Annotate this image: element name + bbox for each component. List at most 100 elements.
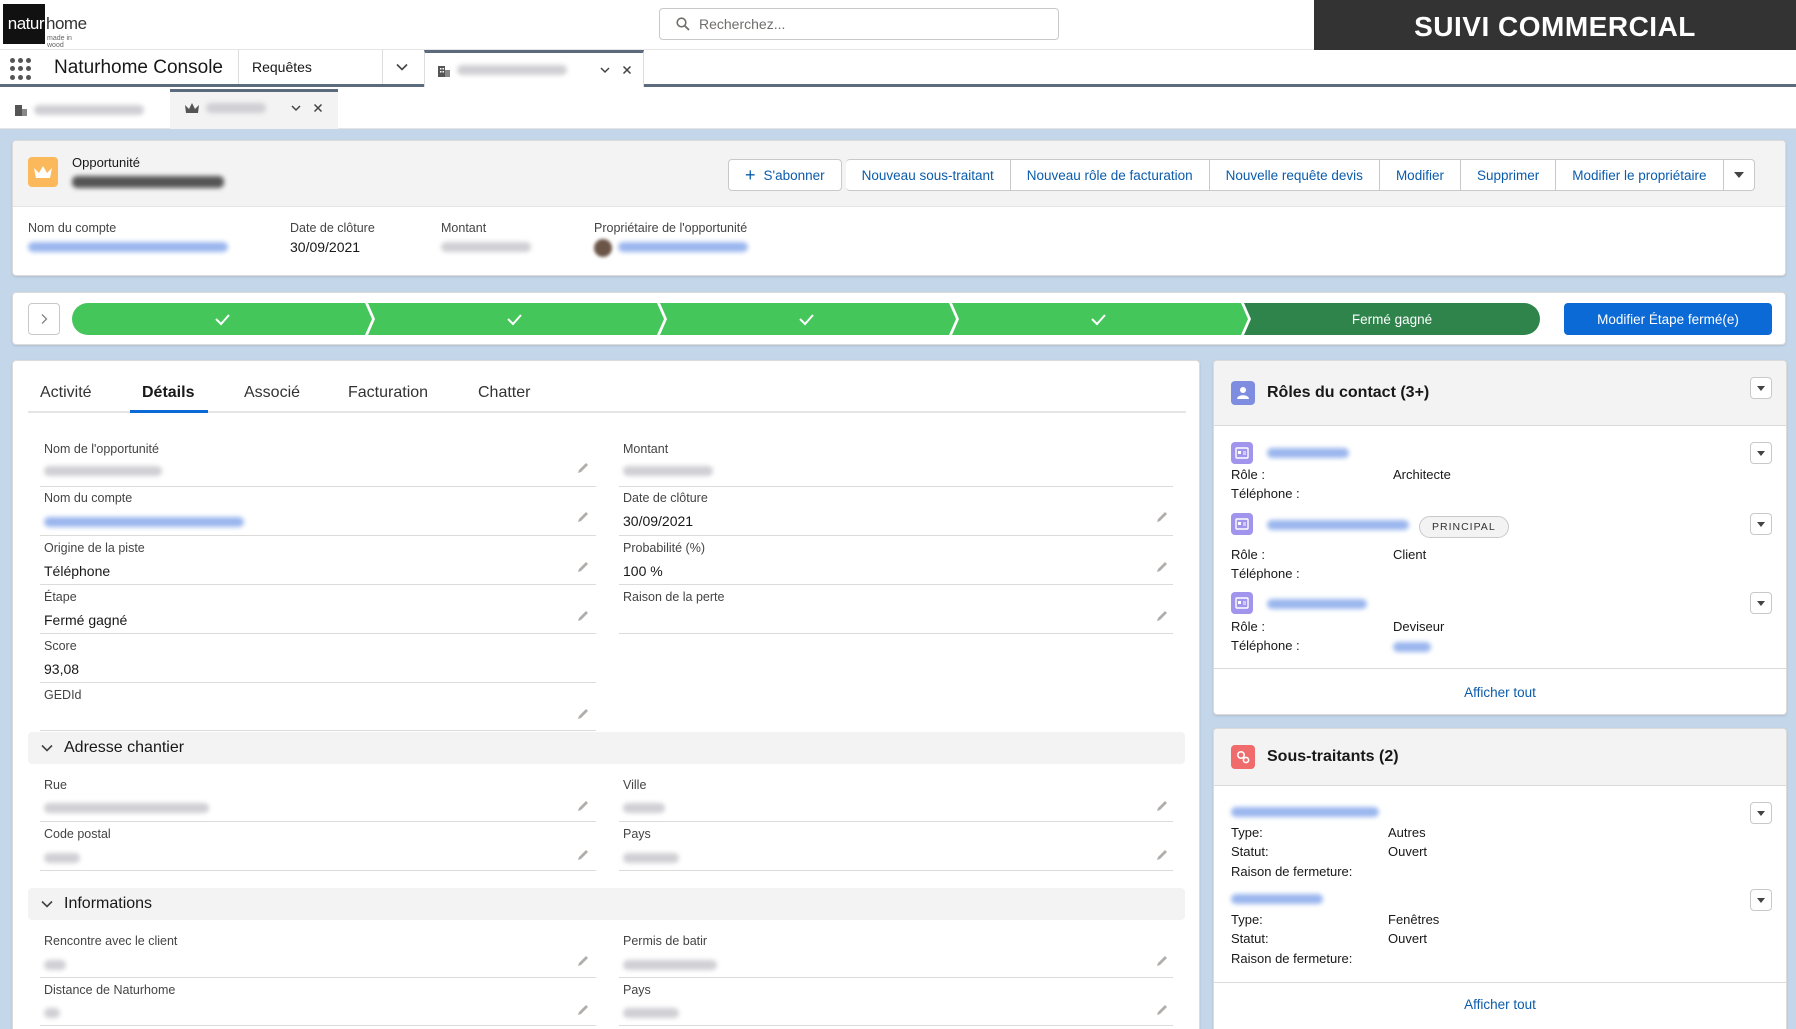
workspace-tab-opportunity[interactable]	[424, 50, 644, 87]
path-stage-2[interactable]	[368, 303, 664, 335]
closing-reason-label: Raison de fermeture:	[1231, 951, 1353, 966]
edit-button[interactable]: Modifier	[1379, 159, 1461, 191]
nav-tab-requetes[interactable]: Requêtes	[252, 58, 312, 76]
subscribe-button[interactable]: + S'abonner	[728, 159, 842, 191]
section-informations[interactable]: Informations	[28, 888, 1185, 920]
tab-associe[interactable]: Associé	[244, 384, 300, 402]
role-label: Rôle :	[1231, 467, 1265, 482]
path-stage-1[interactable]	[72, 303, 372, 335]
suivi-commercial-banner: SUIVI COMMERCIAL	[1314, 0, 1796, 54]
close-icon[interactable]	[621, 64, 633, 76]
chevron-down-icon[interactable]	[395, 60, 409, 74]
edit-pencil-icon[interactable]	[576, 707, 590, 721]
redacted-contact-link[interactable]	[1267, 520, 1409, 530]
edit-pencil-icon[interactable]	[1155, 1003, 1169, 1017]
card-footer-divider	[1214, 982, 1786, 983]
row-menu-button[interactable]	[1750, 442, 1772, 464]
amount-label: Montant	[441, 221, 487, 235]
building-icon	[438, 66, 450, 77]
subcontractors-title[interactable]: Sous-traitants (2)	[1267, 748, 1399, 766]
naturhome-logo[interactable]: natur home made in wood	[3, 4, 89, 49]
redacted-phone-link[interactable]	[1393, 642, 1431, 652]
building-icon	[15, 105, 27, 116]
redacted-account-link[interactable]	[44, 517, 244, 527]
card-menu-button[interactable]	[1750, 377, 1772, 399]
active-tab-indicator	[130, 410, 208, 413]
chevron-down-icon	[41, 900, 53, 908]
row-menu-button[interactable]	[1750, 889, 1772, 911]
redacted-account-link[interactable]	[28, 242, 228, 252]
redacted-contact-link[interactable]	[1267, 599, 1367, 609]
redacted-opportunity-name	[44, 466, 162, 476]
change-owner-button[interactable]: Modifier le propriétaire	[1556, 159, 1724, 191]
edit-pencil-icon[interactable]	[576, 461, 590, 475]
row-menu-button[interactable]	[1750, 592, 1772, 614]
field-label: Distance de Naturhome	[44, 983, 176, 997]
edit-pencil-icon[interactable]	[1155, 799, 1169, 813]
redacted-subcontractor-link[interactable]	[1231, 807, 1379, 817]
plus-icon: +	[745, 165, 756, 185]
field-divider	[40, 821, 596, 822]
row-menu-button[interactable]	[1750, 513, 1772, 535]
search-icon	[676, 17, 690, 31]
edit-pencil-icon[interactable]	[576, 799, 590, 813]
opportunity-crown-icon	[28, 157, 58, 187]
field-divider	[40, 535, 596, 536]
tab-facturation[interactable]: Facturation	[348, 384, 428, 402]
new-quote-request-button[interactable]: Nouvelle requête devis	[1209, 159, 1380, 191]
edit-pencil-icon[interactable]	[576, 1003, 590, 1017]
more-actions-button[interactable]	[1723, 159, 1755, 191]
tab-activite[interactable]: Activité	[40, 384, 92, 402]
crown-icon	[185, 103, 199, 113]
edit-pencil-icon[interactable]	[576, 609, 590, 623]
redacted-value	[44, 960, 66, 970]
delete-button[interactable]: Supprimer	[1460, 159, 1557, 191]
edit-pencil-icon[interactable]	[576, 848, 590, 862]
path-stage-4[interactable]	[952, 303, 1248, 335]
new-subcontractor-button[interactable]: Nouveau sous-traitant	[845, 159, 1011, 191]
new-billing-role-button[interactable]: Nouveau rôle de facturation	[1010, 159, 1210, 191]
chevron-down-icon[interactable]	[599, 64, 611, 76]
field-divider	[619, 584, 1173, 585]
edit-pencil-icon[interactable]	[1155, 560, 1169, 574]
edit-pencil-icon[interactable]	[576, 560, 590, 574]
view-all-subcontractors-link[interactable]: Afficher tout	[1214, 997, 1786, 1012]
change-stage-button[interactable]: Modifier Étape fermé(e)	[1564, 303, 1772, 335]
app-launcher-icon[interactable]	[10, 58, 32, 80]
tab-details[interactable]: Détails	[142, 384, 194, 402]
path-stage-3[interactable]	[660, 303, 956, 335]
view-all-contact-roles-link[interactable]: Afficher tout	[1214, 685, 1786, 700]
phone-label: Téléphone :	[1231, 486, 1300, 501]
field-divider	[619, 821, 1173, 822]
edit-pencil-icon[interactable]	[576, 954, 590, 968]
edit-pencil-icon[interactable]	[576, 510, 590, 524]
field-divider	[40, 584, 596, 585]
chevron-down-icon[interactable]	[290, 102, 302, 114]
contact-roles-title[interactable]: Rôles du contact (3+)	[1267, 384, 1429, 402]
redacted-street	[44, 803, 209, 813]
edit-pencil-icon[interactable]	[1155, 954, 1169, 968]
path-toggle-button[interactable]	[28, 303, 60, 335]
tab-chatter[interactable]: Chatter	[478, 384, 530, 402]
contact-card-icon	[1231, 592, 1253, 614]
subtab-account[interactable]	[14, 101, 164, 121]
redacted-subcontractor-link[interactable]	[1231, 894, 1323, 904]
field-label: Code postal	[44, 827, 111, 841]
redacted-postal-code	[44, 853, 80, 863]
logo-tagline: made in wood	[47, 35, 72, 49]
close-icon[interactable]	[312, 102, 324, 114]
field-divider	[40, 730, 596, 731]
contact-role-icon	[1231, 381, 1255, 405]
edit-pencil-icon[interactable]	[1155, 609, 1169, 623]
redacted-contact-link[interactable]	[1267, 448, 1349, 458]
redacted-city	[623, 803, 665, 813]
global-search-input[interactable]: Recherchez...	[659, 8, 1059, 40]
edit-pencil-icon[interactable]	[1155, 848, 1169, 862]
edit-pencil-icon[interactable]	[1155, 510, 1169, 524]
type-value: Autres	[1388, 825, 1426, 840]
row-menu-button[interactable]	[1750, 802, 1772, 824]
section-adresse-chantier[interactable]: Adresse chantier	[28, 732, 1185, 764]
subtab-opportunity[interactable]	[170, 89, 338, 129]
redacted-owner-link[interactable]	[618, 242, 748, 252]
field-label: Score	[44, 639, 77, 653]
